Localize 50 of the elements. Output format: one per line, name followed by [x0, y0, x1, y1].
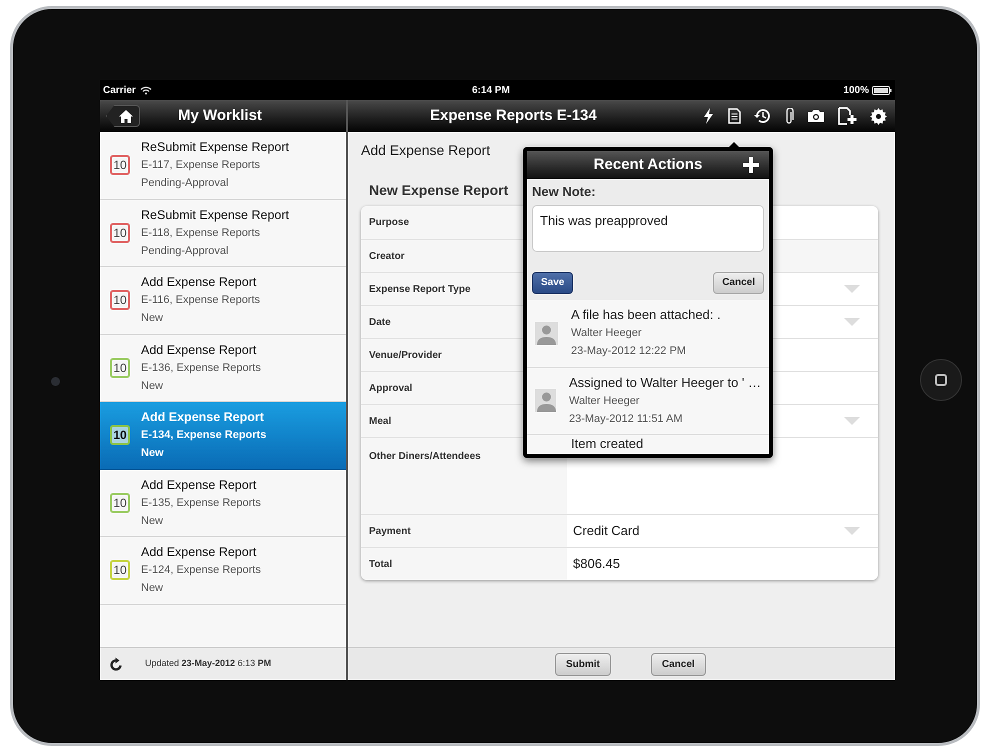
- item-subtitle: E-117, Expense Reports: [141, 158, 262, 174]
- item-title: Add Expense Report: [141, 274, 258, 292]
- action-time: 23-May-2012 11:51 AM: [568, 412, 684, 426]
- action-time: 23-May-2012 12:22 PM: [571, 344, 687, 359]
- item-subtitle: E-134, Expense Reports: [141, 428, 266, 444]
- item-title: Add Expense Report: [141, 409, 265, 426]
- field-value: Credit Card: [573, 522, 640, 540]
- item-title: ReSubmit Expense Report: [141, 206, 289, 224]
- field-label: Total: [361, 548, 567, 580]
- item-status: New: [141, 581, 164, 596]
- item-title: ReSubmit Expense Report: [141, 139, 289, 156]
- action-author: Walter Heeger: [571, 326, 643, 341]
- item-status: Pending-Approval: [141, 244, 230, 259]
- updated-label: Updated 23-May-2012 6:13 PM: [145, 657, 272, 670]
- priority-badge: 10: [110, 155, 130, 176]
- carrier-label: Carrier: [103, 84, 136, 98]
- priority-badge: 10: [110, 560, 130, 580]
- item-subtitle: E-116, Expense Reports: [141, 293, 260, 308]
- item-status: New: [141, 378, 164, 394]
- action-text: Assigned to Walter Heeger to ' …: [568, 374, 761, 392]
- field-label: Payment: [361, 515, 567, 547]
- action-text: Item created: [571, 435, 644, 453]
- clock: 6:14 PM: [472, 84, 510, 98]
- item-title: Add Expense Report: [141, 342, 258, 359]
- priority-badge: 10: [110, 425, 130, 446]
- item-subtitle: E-124, Expense Reports: [141, 563, 261, 578]
- item-status: New: [141, 311, 164, 326]
- priority-badge: 10: [110, 290, 130, 310]
- item-title: Add Expense Report: [141, 476, 258, 494]
- field-value: $806.45: [573, 555, 620, 574]
- item-status: New: [141, 446, 165, 462]
- action-text: A file has been attached: .: [571, 306, 721, 324]
- item-subtitle: E-136, Expense Reports: [141, 360, 261, 376]
- pane-title: Expense Reports E-134: [430, 106, 597, 126]
- form-heading: Add Expense Report: [361, 141, 490, 160]
- item-subtitle: E-135, Expense Reports: [141, 496, 261, 511]
- priority-badge: 10: [110, 492, 130, 513]
- item-title: Add Expense Report: [141, 544, 258, 562]
- item-status: New: [141, 514, 164, 529]
- field-label: Other Diners/Attendees: [361, 438, 567, 514]
- item-status: Pending-Approval: [141, 176, 230, 192]
- priority-badge: 10: [110, 358, 130, 378]
- section-title: New Expense Report: [369, 181, 508, 200]
- battery-label: 100%: [843, 84, 869, 98]
- item-subtitle: E-118, Expense Reports: [141, 226, 262, 241]
- popover-title: Recent Actions: [594, 154, 702, 175]
- action-author: Walter Heeger: [568, 394, 640, 408]
- pane-title: My Worklist: [178, 106, 262, 126]
- priority-badge: 10: [110, 222, 130, 243]
- note-label: New Note:: [532, 183, 597, 201]
